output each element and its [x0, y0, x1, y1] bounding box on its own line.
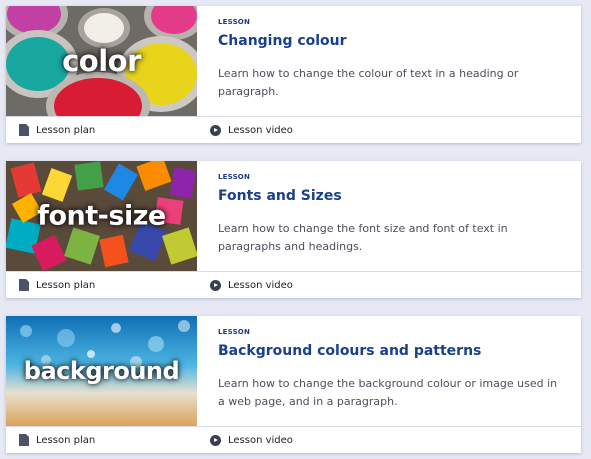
lesson-kind-label: LESSON: [218, 18, 251, 26]
play-circle-icon: [210, 124, 221, 136]
lesson-card-background[interactable]: background LESSON Background colours and…: [6, 316, 581, 453]
lesson-title-link[interactable]: Changing colour: [218, 33, 347, 49]
document-icon: [19, 124, 29, 136]
play-circle-icon: [210, 279, 221, 291]
lesson-video-label: Lesson video: [228, 279, 293, 291]
lesson-description: Learn how to change the background colou…: [218, 377, 558, 408]
thumbnail-caption: background: [23, 357, 180, 385]
thumbnail-caption: color: [62, 44, 141, 78]
lesson-description: Learn how to change the font size and fo…: [218, 222, 508, 253]
lesson-card-color[interactable]: color LESSON Changing colour Learn how t…: [6, 6, 581, 143]
lesson-video-link[interactable]: Lesson video: [210, 272, 293, 298]
play-circle-icon: [210, 434, 221, 446]
lesson-description: Learn how to change the colour of text i…: [218, 67, 519, 98]
lesson-plan-link[interactable]: Lesson plan: [19, 272, 95, 298]
lesson-footer: Lesson plan Lesson video: [6, 426, 581, 453]
lesson-plan-label: Lesson plan: [36, 434, 96, 446]
lesson-title-link[interactable]: Background colours and patterns: [218, 343, 481, 359]
lesson-thumbnail[interactable]: background: [6, 316, 197, 426]
lesson-plan-link[interactable]: Lesson plan: [19, 427, 95, 453]
lesson-thumbnail[interactable]: font-size: [6, 161, 197, 271]
document-icon: [19, 279, 29, 291]
lesson-kind-label: LESSON: [218, 173, 251, 181]
lesson-plan-label: Lesson plan: [36, 279, 96, 291]
lesson-card-font-size[interactable]: font-size LESSON Fonts and Sizes Learn h…: [6, 161, 581, 298]
lesson-thumbnail[interactable]: color: [6, 6, 197, 116]
lesson-footer: Lesson plan Lesson video: [6, 116, 581, 143]
lesson-footer: Lesson plan Lesson video: [6, 271, 581, 298]
lesson-plan-label: Lesson plan: [36, 124, 96, 136]
lesson-video-link[interactable]: Lesson video: [210, 427, 293, 453]
lesson-plan-link[interactable]: Lesson plan: [19, 117, 95, 143]
document-icon: [19, 434, 29, 446]
thumbnail-caption: font-size: [37, 200, 166, 232]
lesson-video-label: Lesson video: [228, 434, 293, 446]
lesson-kind-label: LESSON: [218, 328, 251, 336]
lesson-title-link[interactable]: Fonts and Sizes: [218, 188, 342, 204]
lesson-video-label: Lesson video: [228, 124, 293, 136]
lesson-video-link[interactable]: Lesson video: [210, 117, 293, 143]
